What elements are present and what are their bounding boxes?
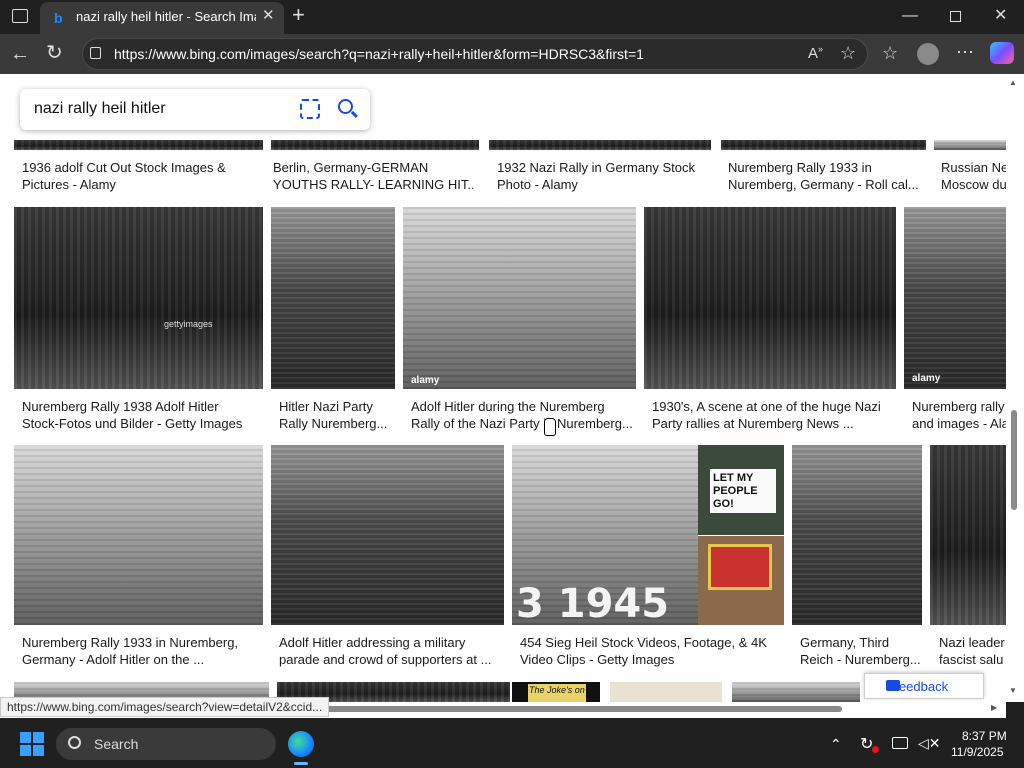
taskbar-search-icon: [68, 736, 81, 749]
image-thumb[interactable]: [271, 140, 479, 150]
scroll-down-icon[interactable]: ▼: [1009, 686, 1017, 695]
taskbar-search[interactable]: [56, 728, 276, 760]
image-caption[interactable]: 1930's, A scene at one of the huge Nazi P…: [652, 398, 902, 432]
feedback-icon: [886, 680, 900, 691]
image-thumb[interactable]: [930, 445, 1006, 625]
scrollbar-thumb[interactable]: [1011, 410, 1017, 510]
refresh-icon[interactable]: ↻: [46, 43, 63, 63]
restore-icon[interactable]: [950, 11, 961, 22]
image-thumb[interactable]: [14, 140, 263, 150]
image-caption[interactable]: Nuremberg rally and images - Ala: [912, 398, 1006, 432]
image-thumb[interactable]: [644, 207, 896, 389]
image-thumb[interactable]: [721, 140, 926, 150]
network-icon[interactable]: [892, 737, 908, 749]
image-thumb[interactable]: [14, 445, 263, 625]
favorite-star-icon[interactable]: ☆: [840, 44, 856, 62]
more-menu-icon[interactable]: ⋯: [956, 43, 974, 61]
taskbar-search-label: Search: [94, 736, 139, 752]
vertical-scrollbar[interactable]: [1006, 74, 1024, 702]
clock-time[interactable]: 8:37 PM: [962, 729, 1007, 743]
close-window-icon[interactable]: ✕: [994, 8, 1007, 24]
image-caption[interactable]: Nazi leader fascist salu: [939, 634, 1006, 668]
image-caption[interactable]: Nuremberg Rally 1938 Adolf Hitler Stock-F…: [22, 398, 267, 432]
tab-actions-icon[interactable]: [12, 9, 28, 23]
favorites-icon[interactable]: ☆: [882, 44, 898, 62]
image-thumb[interactable]: [610, 682, 722, 702]
image-caption[interactable]: Germany, Third Reich - Nuremberg...: [800, 634, 928, 668]
minimize-icon[interactable]: —: [902, 8, 918, 24]
image-thumb[interactable]: [271, 445, 504, 625]
image-thumb[interactable]: [489, 140, 711, 150]
scroll-up-icon[interactable]: ▲: [1009, 78, 1017, 87]
visual-search-icon[interactable]: [300, 99, 320, 119]
volume-muted-icon[interactable]: ◁✕: [918, 735, 941, 752]
status-link-preview: https://www.bing.com/images/search?view=…: [0, 697, 330, 717]
image-thumb[interactable]: [934, 140, 1006, 150]
watermark: alamy: [912, 373, 941, 384]
image-caption[interactable]: Adolf Hitler addressing a military parade…: [279, 634, 505, 668]
image-caption[interactable]: 1936 adolf Cut Out Stock Images & Picture…: [22, 159, 262, 193]
book-title: The Joke's on: [528, 684, 586, 702]
scroll-right-icon[interactable]: ▶: [991, 703, 997, 712]
close-tab-icon[interactable]: ✕: [262, 8, 275, 23]
image-thumb[interactable]: [698, 536, 784, 625]
copilot-icon[interactable]: [990, 42, 1014, 64]
image-thumb[interactable]: gettyimages: [14, 207, 263, 389]
search-input[interactable]: nazi rally heil hitler: [34, 100, 166, 118]
feedback-button[interactable]: Feedback: [864, 673, 984, 699]
image-thumb[interactable]: [792, 445, 922, 625]
edge-taskbar-icon[interactable]: [288, 731, 314, 757]
bing-favicon-icon: b: [54, 10, 63, 26]
edge-active-indicator: [294, 762, 308, 765]
watermark: alamy: [411, 375, 440, 386]
year-overlay: 3 1945: [516, 581, 670, 625]
lock-icon[interactable]: [90, 47, 101, 59]
new-tab-icon[interactable]: +: [292, 4, 305, 26]
back-icon[interactable]: ←: [10, 44, 30, 64]
banner: [708, 544, 772, 590]
read-aloud-icon[interactable]: A»: [808, 45, 823, 62]
image-caption[interactable]: Berlin, Germany-GERMAN YOUTHS RALLY- LEAR…: [273, 159, 473, 193]
image-caption[interactable]: 454 Sieg Heil Stock Videos, Footage, & 4…: [520, 634, 785, 668]
image-thumb[interactable]: 3 1945: [512, 445, 698, 625]
image-caption[interactable]: Nuremberg Rally 1933 in Nuremberg, German…: [728, 159, 924, 193]
image-thumb[interactable]: alamy: [403, 207, 636, 389]
image-caption[interactable]: Hitler Nazi Party Rally Nuremberg...: [279, 398, 397, 432]
hand-cursor-icon: [544, 418, 556, 436]
clock-date[interactable]: 11/9/2025: [951, 745, 1004, 759]
protest-sign: LET MY PEOPLE GO!: [710, 469, 776, 513]
image-thumb[interactable]: LET MY PEOPLE GO!: [698, 445, 784, 535]
watermark: gettyimages: [164, 319, 213, 329]
image-caption[interactable]: Adolf Hitler during the Nuremberg Rally o…: [411, 398, 637, 432]
image-thumb[interactable]: [271, 207, 395, 389]
image-caption[interactable]: Nuremberg Rally 1933 in Nuremberg, German…: [22, 634, 267, 668]
url-text[interactable]: https://www.bing.com/images/search?q=naz…: [114, 46, 644, 62]
update-badge: [872, 746, 879, 753]
show-hidden-icons-icon[interactable]: ⌃: [830, 736, 842, 753]
image-caption[interactable]: Russian Ne Moscow du: [941, 159, 1006, 193]
image-thumb[interactable]: [732, 682, 860, 702]
profile-avatar[interactable]: [917, 43, 939, 65]
tab-title: nazi rally heil hitler - Search Images: [76, 9, 256, 24]
image-thumb[interactable]: alamy: [904, 207, 1006, 389]
image-thumb[interactable]: The Joke's on: [512, 682, 600, 702]
image-caption[interactable]: 1932 Nazi Rally in Germany Stock Photo - …: [497, 159, 717, 193]
start-button-icon[interactable]: [20, 732, 44, 756]
